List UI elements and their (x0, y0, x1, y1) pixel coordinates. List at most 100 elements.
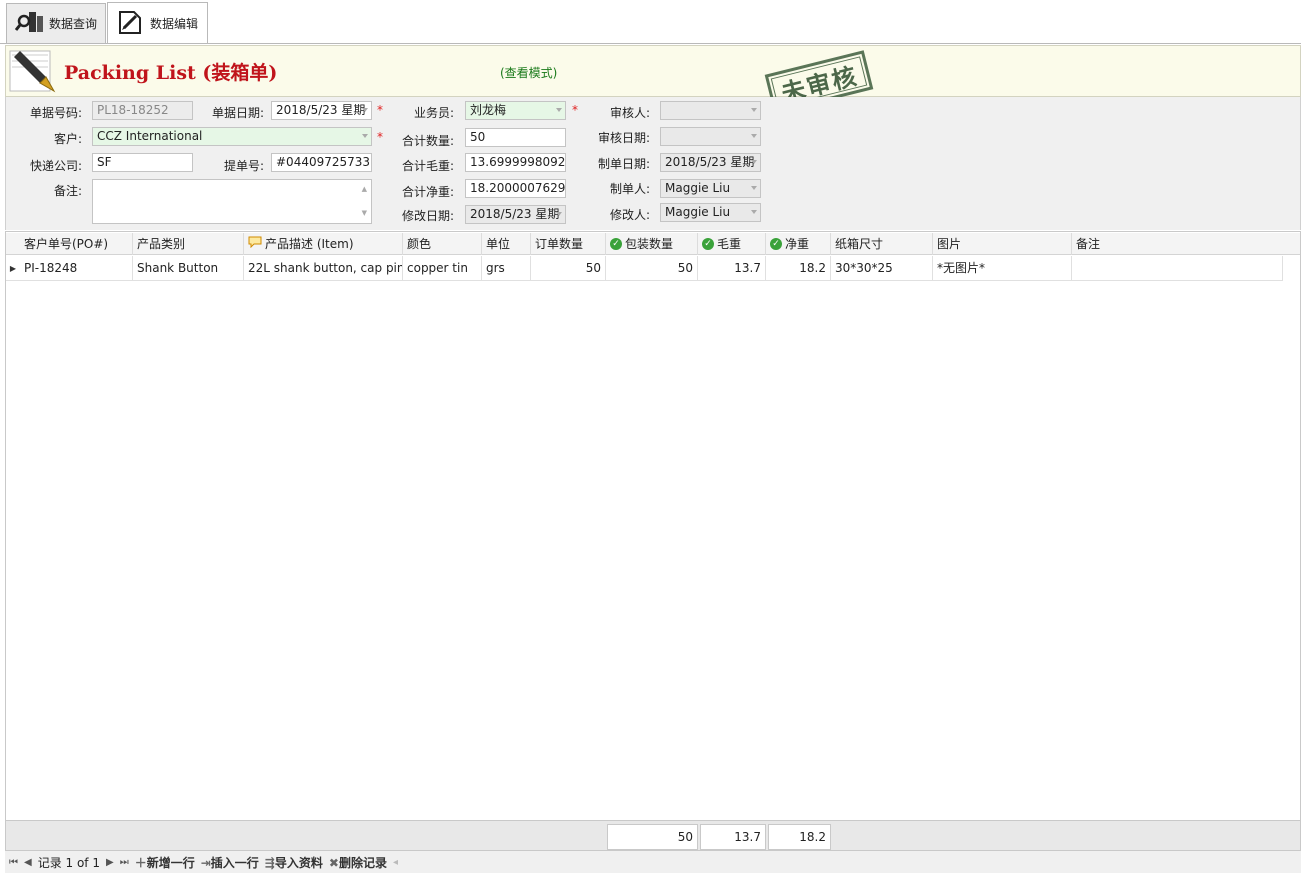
cell-remark[interactable] (1072, 256, 1283, 281)
salesman-field[interactable]: 刘龙梅 (465, 101, 566, 120)
column-header-pack-qty[interactable]: ✓ 包装数量 (606, 233, 698, 255)
column-header-unit[interactable]: 单位 (482, 233, 531, 255)
modifier-value: Maggie Liu (665, 205, 731, 219)
column-header-picture[interactable]: 图片 (933, 233, 1072, 255)
import-button[interactable]: ⇶导入资料 (265, 854, 323, 871)
created-date-field[interactable]: 2018/5/23 星期 (660, 153, 761, 172)
total-qty-field[interactable]: 50 (465, 128, 566, 147)
dropdown-arrow-icon (362, 134, 368, 138)
modifier-label: 修改人: (609, 208, 650, 222)
delete-icon: ✖ (328, 855, 339, 870)
record-position: 记录 1 of 1 (37, 855, 100, 870)
first-record-icon[interactable]: ⏮ (9, 857, 18, 868)
tab-data-query[interactable]: 数据查询 (6, 3, 106, 43)
scroll-left-icon[interactable]: ◂ (393, 857, 398, 868)
modified-date-field[interactable]: 2018/5/23 星期 (465, 205, 566, 224)
total-gross: 13.7 (700, 824, 766, 850)
column-header-category[interactable]: 产品类别 (133, 233, 244, 255)
column-label: 净重 (785, 237, 810, 251)
net-weight-field[interactable]: 18.2000007629 (465, 179, 566, 198)
items-grid (5, 231, 1301, 821)
required-mark: * (377, 103, 383, 117)
cell-order-qty[interactable]: 50 (531, 256, 606, 281)
check-circle-icon: ✓ (770, 238, 782, 250)
column-label: 毛重 (717, 237, 742, 251)
column-header-po[interactable]: 客户单号(PO#) (20, 233, 133, 255)
cell-carton[interactable]: 30*30*25 (831, 256, 933, 281)
tab-data-edit[interactable]: 数据编辑 (107, 2, 208, 44)
column-label: 颜色 (407, 237, 432, 251)
total-net: 18.2 (768, 824, 831, 850)
customer-value: CCZ International (97, 129, 203, 143)
column-label: 产品描述 (Item) (265, 237, 354, 251)
next-record-icon[interactable]: ▶ (106, 857, 114, 868)
search-icon (14, 9, 45, 38)
required-mark: * (572, 103, 578, 117)
cell-category[interactable]: Shank Button (133, 256, 244, 281)
customer-label: 客户: (53, 132, 82, 146)
dropdown-arrow-icon (751, 134, 757, 138)
column-header-net[interactable]: ✓ 净重 (766, 233, 831, 255)
bill-no-label: 提单号: (223, 159, 264, 173)
cell-po[interactable]: PI-18248 (20, 256, 133, 281)
prev-record-icon[interactable]: ◀ (24, 857, 32, 868)
cell-item[interactable]: 22L shank button, cap pin (244, 256, 403, 281)
column-header-color[interactable]: 颜色 (403, 233, 482, 255)
delete-record-button[interactable]: ✖删除记录 (329, 854, 387, 871)
last-record-icon[interactable]: ⏭ (120, 857, 129, 868)
column-header-gross[interactable]: ✓ 毛重 (698, 233, 766, 255)
auditor-label: 审核人: (609, 106, 650, 120)
column-header-carton[interactable]: 纸箱尺寸 (831, 233, 933, 255)
page-title: Packing List (装箱单) (64, 62, 278, 84)
cell-color[interactable]: copper tin (403, 256, 482, 281)
record-navigator: ⏮ ◀ 记录 1 of 1 ▶ ⏭ ＋新增一行 ⇥插入一行 ⇶导入资料 ✖删除记… (5, 851, 1301, 873)
doc-no-field[interactable]: PL18-18252 (92, 101, 193, 120)
creator-field[interactable]: Maggie Liu (660, 179, 761, 198)
net-weight-label: 合计净重: (401, 185, 454, 199)
check-circle-icon: ✓ (702, 238, 714, 250)
column-header-order-qty[interactable]: 订单数量 (531, 233, 606, 255)
tab-divider (0, 43, 1301, 44)
comment-icon (248, 233, 262, 255)
gross-weight-field[interactable]: 13.6999998092 (465, 153, 566, 172)
doc-date-value: 2018/5/23 星期 (276, 103, 366, 117)
column-label: 备注 (1076, 237, 1101, 251)
column-label: 图片 (937, 237, 962, 251)
modified-date-label: 修改日期: (401, 209, 454, 223)
created-date-value: 2018/5/23 星期 (665, 155, 755, 169)
remark-textarea[interactable]: ▲ ▼ (92, 179, 372, 224)
table-row[interactable]: ▶ PI-18248 Shank Button 22L shank button… (6, 256, 1283, 281)
cell-pack-qty[interactable]: 50 (606, 256, 698, 281)
scroll-down-icon[interactable]: ▼ (362, 206, 367, 221)
modified-date-value: 2018/5/23 星期 (470, 207, 560, 221)
audit-date-field[interactable] (660, 127, 761, 146)
auditor-field[interactable] (660, 101, 761, 120)
insert-row-icon: ⇥ (200, 855, 211, 870)
delete-label: 删除记录 (338, 855, 387, 870)
scroll-up-icon[interactable]: ▲ (362, 182, 367, 197)
cell-gross[interactable]: 13.7 (698, 256, 766, 281)
view-mode-label: (查看模式) (500, 66, 558, 80)
import-label: 导入资料 (274, 855, 323, 870)
cell-net[interactable]: 18.2 (766, 256, 831, 281)
customer-field[interactable]: CCZ International (92, 127, 372, 146)
total-pack-qty: 50 (607, 824, 698, 850)
edit-document-icon (116, 8, 146, 39)
doc-no-label: 单据号码: (29, 106, 82, 120)
insert-row-label: 插入一行 (210, 855, 259, 870)
modifier-field[interactable]: Maggie Liu (660, 203, 761, 222)
column-label: 客户单号(PO#) (24, 237, 109, 251)
courier-field[interactable]: SF (92, 153, 193, 172)
cell-unit[interactable]: grs (482, 256, 531, 281)
column-header-item[interactable]: 产品描述 (Item) (244, 233, 403, 255)
courier-label: 快递公司: (29, 159, 82, 173)
doc-date-field[interactable]: 2018/5/23 星期 (271, 101, 372, 120)
creator-value: Maggie Liu (665, 181, 731, 195)
insert-row-button[interactable]: ⇥插入一行 (201, 854, 259, 871)
bill-no-field[interactable]: #044097257331 (271, 153, 372, 172)
column-label: 产品类别 (137, 237, 186, 251)
cell-picture[interactable]: *无图片* (933, 256, 1072, 281)
column-header-remark[interactable]: 备注 (1072, 233, 1300, 255)
created-date-label: 制单日期: (597, 157, 650, 171)
add-row-button[interactable]: ＋新增一行 (135, 854, 195, 871)
